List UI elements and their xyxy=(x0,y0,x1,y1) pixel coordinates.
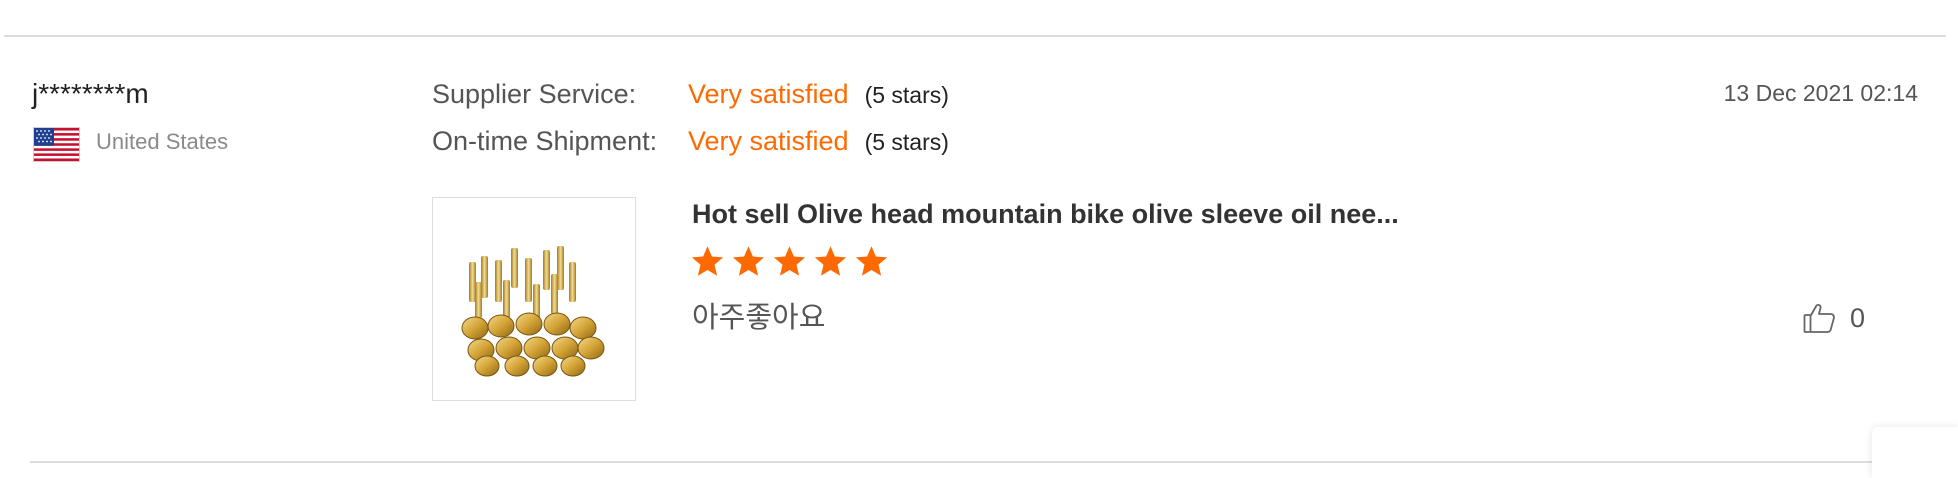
product-thumbnail[interactable] xyxy=(432,197,636,401)
product-title-link[interactable]: Hot sell Olive head mountain bike olive … xyxy=(692,196,1399,232)
review-card: j********m United States Supplier Servic… xyxy=(0,0,1958,478)
rating-label: On-time Shipment: xyxy=(432,126,658,156)
like-count: 0 xyxy=(1850,303,1866,333)
bottom-divider xyxy=(30,461,1946,463)
helpful-like-button[interactable]: 0 xyxy=(1802,300,1865,336)
product-star-rating xyxy=(690,244,889,279)
reviewer-country: United States xyxy=(96,129,229,154)
product-image xyxy=(461,246,605,377)
us-flag-icon xyxy=(33,127,80,162)
star-icon xyxy=(855,246,888,276)
star-icon xyxy=(691,246,724,276)
star-icon xyxy=(814,246,847,276)
rating-value: Very satisfied xyxy=(688,126,849,156)
top-divider xyxy=(4,35,1946,37)
rating-row-supplier-service: Supplier Service: Very satisfied (5 star… xyxy=(432,76,949,116)
rating-stars-text: (5 stars) xyxy=(864,82,949,108)
thumbs-up-icon[interactable] xyxy=(1802,301,1836,335)
review-text: 아주좋아요 xyxy=(692,302,826,334)
review-timestamp: 13 Dec 2021 02:14 xyxy=(1723,80,1918,106)
star-icon xyxy=(773,246,806,276)
rating-label: Supplier Service: xyxy=(432,79,637,109)
star-icon xyxy=(732,246,765,276)
reviewer-name: j********m xyxy=(32,78,149,109)
rating-stars-text: (5 stars) xyxy=(864,129,949,155)
rating-value: Very satisfied xyxy=(688,79,849,109)
rating-row-on-time-shipment: On-time Shipment: Very satisfied (5 star… xyxy=(432,123,949,163)
floating-corner-widget[interactable] xyxy=(1872,427,1958,478)
